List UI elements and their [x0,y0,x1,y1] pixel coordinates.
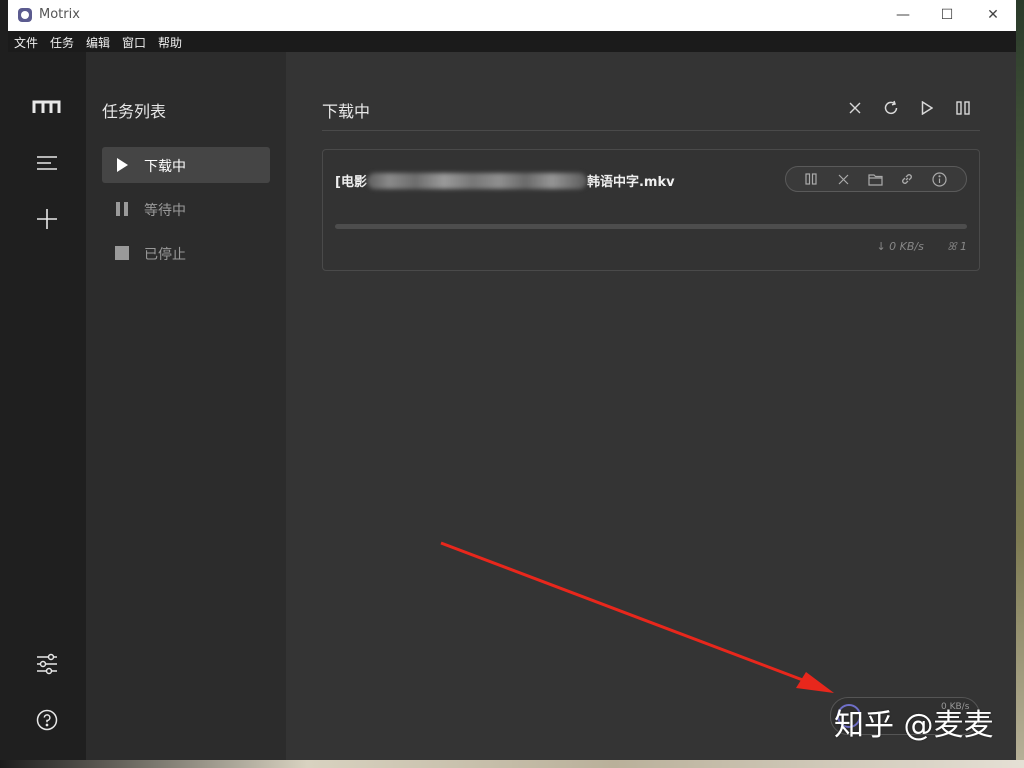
desktop-background-bottom [0,760,1024,768]
main-content: 下载中 [电影 韩语中字.mkv ↓ 0 KB/s ꕤ 1 0 KB/s [286,52,1016,760]
connections-count: ꕤ 1 [937,240,967,253]
add-icon[interactable] [32,204,62,234]
nav-label-stopped: 已停止 [144,247,186,263]
desktop-background-right [1016,0,1024,768]
info-icon[interactable] [930,170,948,188]
connections-icon: ꕤ [947,240,957,253]
motrix-logo-icon[interactable] [32,92,62,122]
task-name: [电影 韩语中字.mkv [335,171,675,190]
window-title: Motrix [39,7,80,22]
nav-label-downloading: 下载中 [144,159,186,175]
redacted-filename [366,173,587,189]
task-list-panel: 任务列表 下载中 等待中 已停止 [86,52,286,760]
close-icon[interactable] [843,96,867,120]
menu-window[interactable]: 窗口 [122,34,146,51]
stop-icon [115,246,129,260]
task-meta: ↓ 0 KB/s ꕤ 1 [866,240,967,254]
task-card[interactable]: [电影 韩语中字.mkv ↓ 0 KB/s ꕤ 1 [322,149,980,271]
play-icon[interactable] [915,96,939,120]
play-icon [117,158,128,172]
nav-item-waiting[interactable]: 等待中 [102,191,270,227]
connections-value: 1 [960,240,967,253]
pause-icon[interactable] [802,170,820,188]
pause-icon [116,202,128,216]
desktop-background-left [0,0,8,768]
preferences-icon[interactable] [32,649,62,679]
page-title: 下载中 [322,102,371,121]
menu-icon[interactable] [32,148,62,178]
task-name-prefix: [电影 [335,175,367,190]
menu-file[interactable]: 文件 [14,34,38,51]
menu-task[interactable]: 任务 [50,34,74,51]
nav-item-downloading[interactable]: 下载中 [102,147,270,183]
help-icon[interactable] [32,705,62,735]
folder-icon[interactable] [866,170,884,188]
pause-icon[interactable] [951,96,975,120]
menu-bar: 文件 任务 编辑 窗口 帮助 [8,31,1016,52]
task-name-suffix: 韩语中字.mkv [586,175,675,190]
menu-help[interactable]: 帮助 [158,34,182,51]
zhihu-watermark: 知乎 @麦麦 [834,708,994,743]
download-progress-bar [335,224,967,229]
app-window: Motrix — ☐ ✕ 文件 任务 编辑 窗口 帮助 任务列表 下载中 等待中… [8,0,1016,760]
delete-icon[interactable] [834,170,852,188]
menu-edit[interactable]: 编辑 [86,34,110,51]
minimize-button[interactable]: — [880,0,926,31]
refresh-icon[interactable] [879,96,903,120]
task-list-title: 任务列表 [102,102,167,121]
maximize-button[interactable]: ☐ [924,0,970,31]
app-logo-icon [18,8,32,22]
side-rail [8,52,86,760]
header-divider [322,130,980,131]
nav-label-waiting: 等待中 [144,203,186,219]
task-action-group [785,166,967,192]
nav-item-stopped[interactable]: 已停止 [102,235,270,271]
close-window-button[interactable]: ✕ [970,0,1016,31]
link-icon[interactable] [898,170,916,188]
download-speed: ↓ 0 KB/s [876,240,924,253]
title-bar: Motrix — ☐ ✕ [8,0,1016,31]
